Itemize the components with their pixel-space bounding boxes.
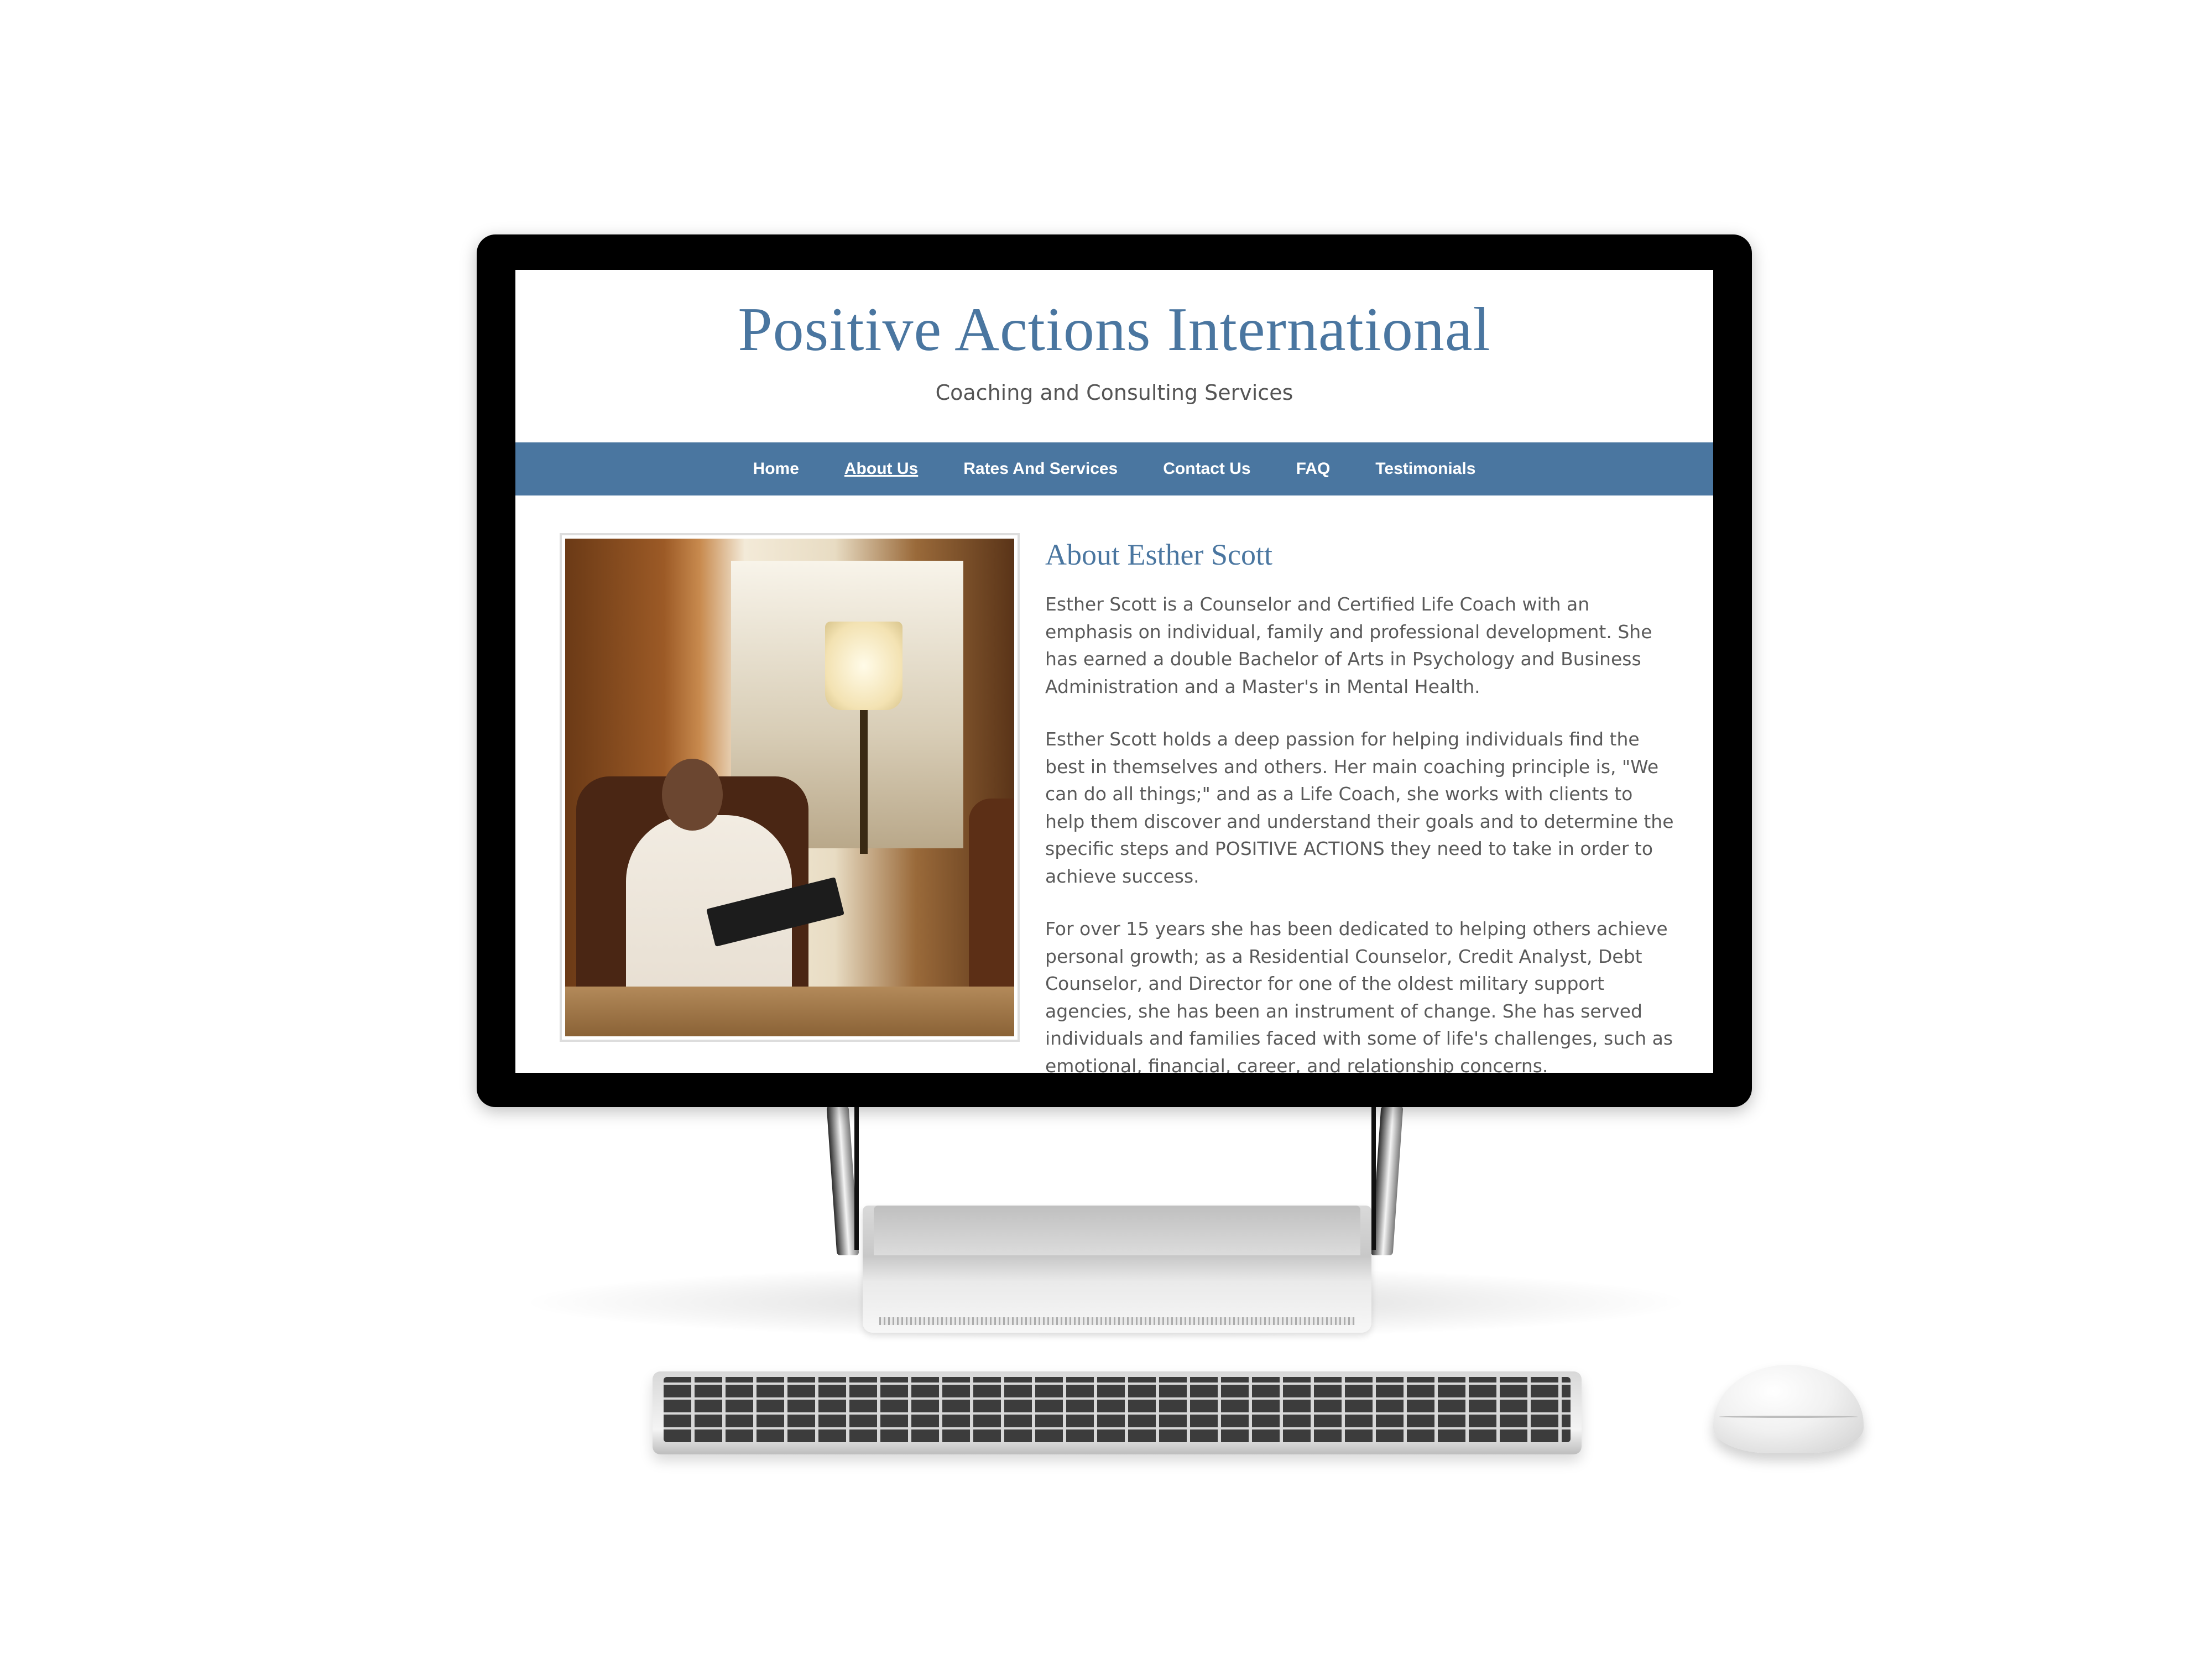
nav-testimonials[interactable]: Testimonials xyxy=(1375,460,1475,478)
mouse xyxy=(1713,1365,1864,1453)
photo-person-head xyxy=(662,759,723,831)
photo-floor xyxy=(565,987,1014,1036)
keyboard-keys xyxy=(664,1377,1571,1442)
nav-about-us[interactable]: About Us xyxy=(844,460,918,478)
monitor-base-vent xyxy=(879,1317,1355,1325)
site-title[interactable]: Positive Actions International xyxy=(515,294,1713,366)
nav-faq[interactable]: FAQ xyxy=(1296,460,1331,478)
about-body: Esther Scott is a Counselor and Certifie… xyxy=(1045,591,1676,1073)
about-paragraph-1: Esther Scott is a Counselor and Certifie… xyxy=(1045,593,1652,697)
nav-home[interactable]: Home xyxy=(753,460,799,478)
photo-lamp xyxy=(825,622,902,710)
nav-rates-and-services[interactable]: Rates And Services xyxy=(963,460,1118,478)
browser-viewport: Positive Actions International Coaching … xyxy=(515,270,1713,1073)
nav-contact-us[interactable]: Contact Us xyxy=(1163,460,1250,478)
monitor: Positive Actions International Coaching … xyxy=(477,234,1752,1107)
profile-photo-frame xyxy=(560,533,1020,1042)
mouse-seam xyxy=(1719,1416,1858,1418)
photo-lamp-pole xyxy=(860,710,868,854)
main-navigation: Home About Us Rates And Services Contact… xyxy=(515,442,1713,495)
keyboard xyxy=(653,1371,1582,1454)
about-paragraph-3: For over 15 years she has been dedicated… xyxy=(1045,918,1673,1073)
monitor-stand-inner-right xyxy=(1371,1106,1376,1250)
site-subtitle: Coaching and Consulting Services xyxy=(935,380,1293,405)
monitor-base-top xyxy=(874,1206,1360,1255)
profile-photo xyxy=(565,539,1014,1036)
monitor-stand-inner-left xyxy=(854,1106,859,1250)
about-heading: About Esther Scott xyxy=(1045,538,1272,571)
about-paragraph-2: Esther Scott holds a deep passion for he… xyxy=(1045,728,1674,887)
